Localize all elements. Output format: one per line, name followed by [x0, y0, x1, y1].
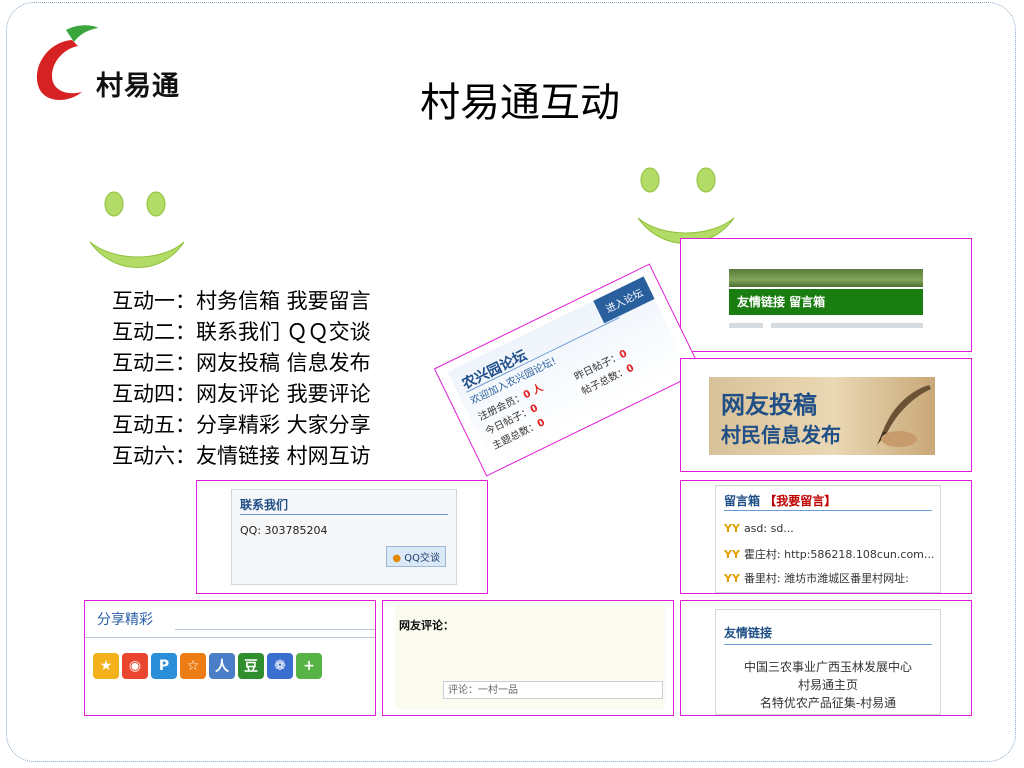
grass-image: [729, 269, 923, 287]
quill-pen-icon: [877, 385, 931, 447]
divider: [85, 637, 375, 638]
contact-title: 联系我们: [240, 498, 289, 512]
logo: 村易通: [26, 20, 186, 105]
qqstar-icon[interactable]: ☆: [180, 653, 206, 679]
contact-card: 联系我们 QQ: 303785204 ● QQ交谈: [231, 489, 457, 585]
share-icon-row: ★ ◉ P ☆ 人 豆 ❁ +: [93, 653, 322, 679]
share-panel: 分享精彩 ★ ◉ P ☆ 人 豆 ❁ +: [84, 600, 376, 716]
friend-link-strip-panel: 友情链接 留言箱: [680, 238, 972, 352]
qq-chat-button[interactable]: ● QQ交谈: [386, 546, 446, 567]
guestbook-item[interactable]: ΥΥ 霍庄村: http:586218.108cun.com...: [724, 546, 934, 562]
message-icon: ΥΥ: [724, 522, 740, 535]
logo-text: 村易通: [96, 71, 180, 102]
qq-number: QQ: 303785204: [240, 524, 328, 537]
renren-icon[interactable]: 人: [209, 653, 235, 679]
baidu-icon[interactable]: ❁: [267, 653, 293, 679]
friend-links-card: 友情链接 中国三农事业广西玉林发展中心 村易通主页 名特优农产品征集-村易通: [715, 609, 941, 715]
guestbook-card: 留言箱 【我要留言】 ΥΥ asd: sd... ΥΥ 霍庄村: http:5862…: [715, 485, 941, 593]
banner-line2: 村民信息发布: [721, 423, 841, 447]
comment-input[interactable]: 评论：一村一品: [443, 681, 663, 699]
penguin-icon: ●: [392, 553, 402, 564]
divider: [729, 323, 763, 328]
interaction-item: 互动五：分享精彩 大家分享: [112, 413, 371, 437]
comment-panel: 网友评论： 评论：一村一品: [382, 600, 674, 716]
more-icon[interactable]: +: [296, 653, 322, 679]
pengyou-icon[interactable]: P: [151, 653, 177, 679]
douban-icon[interactable]: 豆: [238, 653, 264, 679]
guestbook-panel: 留言箱 【我要留言】 ΥΥ asd: sd... ΥΥ 霍庄村: http:5862…: [680, 480, 972, 594]
interaction-item: 互动六：友情链接 村网互访: [112, 444, 371, 468]
divider: [724, 644, 932, 645]
guestbook-item[interactable]: ΥΥ 番里村: 潍坊市潍城区番里村网址:: [724, 570, 909, 586]
friend-link[interactable]: 村易通主页: [716, 676, 940, 693]
divider: [771, 323, 923, 328]
divider: [724, 510, 932, 511]
banner-line1: 网友投稿: [721, 391, 817, 419]
interaction-list: 互动一：村务信箱 我要留言 互动二：联系我们 ＱＱ交谈 互动三：网友投稿 信息发…: [112, 286, 371, 472]
friend-links-panel: 友情链接 中国三农事业广西玉林发展中心 村易通主页 名特优农产品征集-村易通: [680, 600, 972, 716]
weibo-icon[interactable]: ◉: [122, 653, 148, 679]
interaction-item: 互动一：村务信箱 我要留言: [112, 289, 371, 313]
page-title: 村易通互动: [420, 80, 620, 126]
guestbook-item[interactable]: ΥΥ asd: sd...: [724, 522, 794, 535]
interaction-item: 互动三：网友投稿 信息发布: [112, 351, 371, 375]
qzone-icon[interactable]: ★: [93, 653, 119, 679]
message-icon: ΥΥ: [724, 572, 740, 585]
friend-link[interactable]: 名特优农产品征集-村易通: [716, 694, 940, 711]
leave-message-link[interactable]: 【我要留言】: [764, 494, 836, 508]
share-title: 分享精彩: [97, 612, 153, 628]
interaction-item: 互动二：联系我们 ＱＱ交谈: [112, 320, 371, 344]
friend-link-bar[interactable]: 友情链接 留言箱: [729, 289, 923, 315]
contribute-panel: 网友投稿 村民信息发布: [680, 358, 972, 472]
interaction-item: 互动四：网友评论 我要评论: [112, 382, 371, 406]
smiley-left-icon: [89, 191, 185, 268]
message-icon: ΥΥ: [724, 548, 740, 561]
contact-panel: 联系我们 QQ: 303785204 ● QQ交谈: [196, 480, 488, 594]
friend-link[interactable]: 中国三农事业广西玉林发展中心: [716, 658, 940, 675]
divider: [240, 514, 448, 515]
comment-title: 网友评论：: [399, 619, 454, 632]
friend-links-title: 友情链接: [724, 626, 773, 640]
divider: [175, 629, 375, 630]
guestbook-title: 留言箱 【我要留言】: [724, 494, 837, 508]
contribute-banner[interactable]: 网友投稿 村民信息发布: [709, 377, 935, 455]
